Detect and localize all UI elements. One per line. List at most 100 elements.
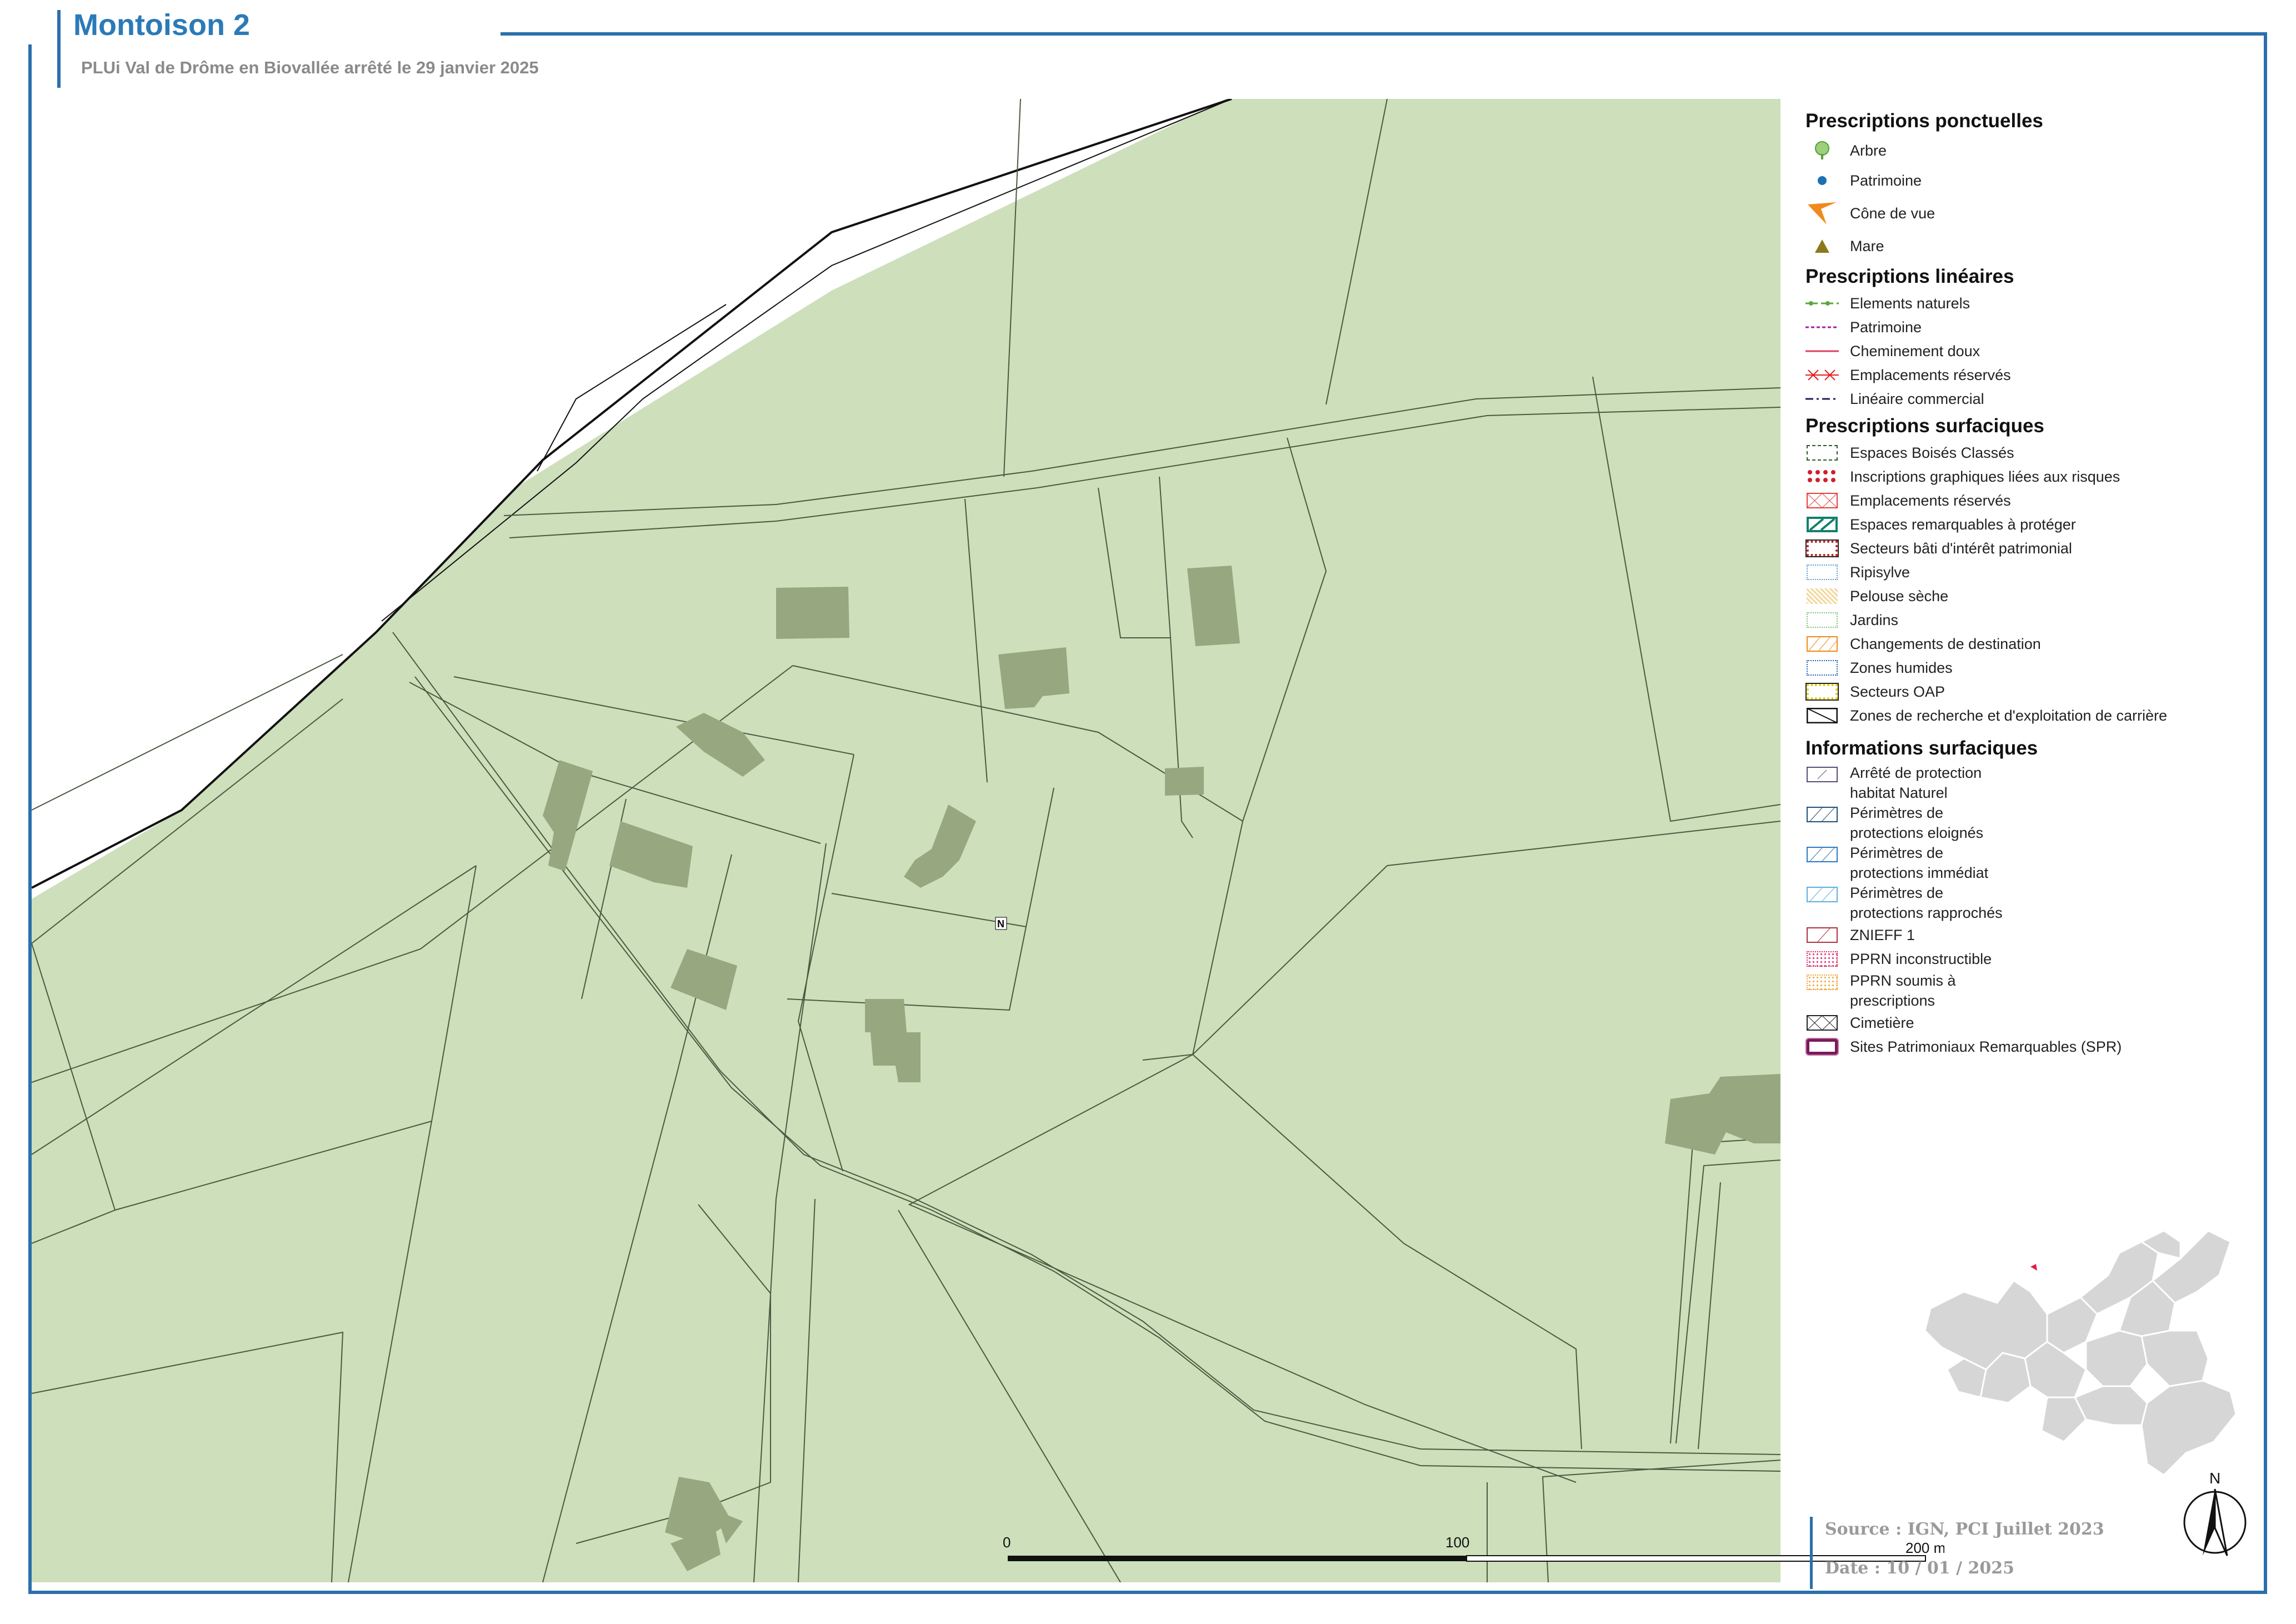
area-symbol	[1805, 682, 1839, 701]
legend-item-carriere: Zones de recherche et d'exploitation de …	[1805, 703, 2250, 727]
area-symbol	[1805, 1015, 1839, 1031]
legend-label: Espaces remarquables à protéger	[1850, 516, 2076, 533]
legend-heading-surfaciques: Prescriptions surfaciques	[1805, 415, 2044, 437]
dot-icon	[1805, 172, 1839, 189]
line-symbol	[1805, 391, 1839, 407]
area-symbol	[1805, 974, 1839, 991]
legend-item-patrimoine-line: Patrimoine	[1805, 315, 2250, 339]
cadastral-map[interactable]: N	[32, 99, 1780, 1582]
area-symbol	[1805, 468, 1839, 485]
legend-item-immediat: Périmètres de protections immédiat	[1805, 843, 2250, 883]
area-symbol	[1805, 516, 1839, 533]
area-symbol	[1805, 766, 1839, 783]
line-symbol	[1805, 319, 1839, 336]
legend-item-bati-patrimonial: Secteurs bâti d'intérêt patrimonial	[1805, 536, 2250, 560]
legend-label: Secteurs OAP	[1850, 683, 1945, 700]
legend-label: Périmètres de protections rapprochés	[1850, 885, 2003, 921]
area-symbol	[1805, 612, 1839, 628]
legend-item-lineaire-commercial: Linéaire commercial	[1805, 387, 2250, 411]
legend-label: PPRN inconstructible	[1850, 950, 1992, 967]
map-north-marker-label: N	[997, 918, 1004, 930]
legend-label: Mare	[1850, 238, 1884, 254]
title-accent-bar	[57, 10, 61, 88]
area-symbol	[1805, 588, 1839, 604]
line-symbol	[1805, 343, 1839, 359]
scale-label-100: 100	[1445, 1534, 1469, 1551]
legend-item-mare: Mare	[1805, 231, 2250, 261]
legend-label: Changements de destination	[1850, 635, 2041, 652]
legend-item-espaces-remarquables: Espaces remarquables à protéger	[1805, 512, 2250, 536]
legend-label: Périmètres de protections eloignés	[1850, 804, 1984, 841]
legend-label: Patrimoine	[1850, 172, 1922, 189]
view-cone-icon	[1805, 202, 1839, 224]
area-symbol	[1805, 806, 1839, 823]
legend-item-jardins: Jardins	[1805, 608, 2250, 632]
legend-label: Sites Patrimoniaux Remarquables (SPR)	[1850, 1038, 2122, 1055]
area-symbol	[1805, 539, 1839, 557]
scale-label-0: 0	[1003, 1534, 1011, 1551]
legend-item-znieff: ZNIEFF 1	[1805, 923, 2250, 947]
legend-item-emplacements-area: Emplacements réservés	[1805, 488, 2250, 512]
area-symbol	[1805, 444, 1839, 461]
north-arrow-label: N	[2209, 1470, 2220, 1487]
legend: Prescriptions ponctuelles Arbre Patrimoi…	[1805, 106, 2250, 1058]
legend-item-elements-naturels: Elements naturels	[1805, 291, 2250, 315]
legend-label: Cimetière	[1850, 1014, 1914, 1031]
area-symbol	[1805, 492, 1839, 509]
legend-item-risques: Inscriptions graphiques liées aux risque…	[1805, 464, 2250, 488]
legend-label: PPRN soumis à prescriptions	[1850, 972, 1956, 1009]
legend-label: Inscriptions graphiques liées aux risque…	[1850, 468, 2120, 485]
area-symbol	[1805, 707, 1839, 724]
area-symbol	[1805, 1037, 1839, 1056]
legend-heading-informations: Informations surfaciques	[1805, 737, 2038, 759]
legend-item-changements: Changements de destination	[1805, 632, 2250, 656]
line-symbol	[1805, 295, 1839, 312]
legend-item-cimetiere: Cimetière	[1805, 1011, 2250, 1035]
legend-label: Elements naturels	[1850, 294, 1970, 312]
legend-label: Patrimoine	[1850, 318, 1922, 336]
area-symbol	[1805, 659, 1839, 676]
legend-item-cheminement: Cheminement doux	[1805, 339, 2250, 363]
area-symbol	[1805, 564, 1839, 581]
legend-label: Secteurs bâti d'intérêt patrimonial	[1850, 539, 2072, 557]
legend-label: Cône de vue	[1850, 205, 1935, 222]
legend-label: Ripisylve	[1850, 563, 1910, 581]
legend-item-eloignes: Périmètres de protections eloignés	[1805, 803, 2250, 843]
area-symbol	[1805, 886, 1839, 903]
source-text: Source : IGN, PCI Juillet 2023	[1825, 1520, 2104, 1539]
legend-label: Jardins	[1850, 611, 1899, 628]
legend-label: Arbre	[1850, 142, 1887, 159]
legend-item-ripisylve: Ripisylve	[1805, 560, 2250, 584]
land-area	[32, 99, 1780, 1582]
triangle-icon	[1805, 238, 1839, 254]
legend-item-patrimoine: Patrimoine	[1805, 166, 2250, 196]
legend-label: ZNIEFF 1	[1850, 926, 1915, 943]
legend-item-emplacements-line: Emplacements réservés	[1805, 363, 2250, 387]
legend-label: Périmètres de protections immédiat	[1850, 845, 1989, 881]
legend-label: Pelouse sèche	[1850, 587, 1949, 604]
legend-label: Cheminement doux	[1850, 342, 1980, 359]
legend-item-pelouse: Pelouse sèche	[1805, 584, 2250, 608]
legend-label: Arrêté de protection habitat Naturel	[1850, 764, 1982, 801]
locator-inset-map	[1924, 1230, 2237, 1476]
date-text: Date : 10 / 01 / 2025	[1825, 1558, 2015, 1578]
legend-label: Zones humides	[1850, 659, 1953, 676]
map-subtitle: PLUi Val de Drôme en Biovallée arrêté le…	[81, 58, 539, 77]
legend-heading-ponctuelles: Prescriptions ponctuelles	[1805, 110, 2043, 132]
line-symbol	[1805, 367, 1839, 383]
area-symbol	[1805, 951, 1839, 967]
area-symbol	[1805, 927, 1839, 943]
tree-icon	[1805, 141, 1839, 159]
map-title: Montoison 2	[73, 8, 250, 42]
legend-item-pprn-inconstructible: PPRN inconstructible	[1805, 947, 2250, 971]
legend-item-ebc: Espaces Boisés Classés	[1805, 441, 2250, 464]
area-symbol	[1805, 636, 1839, 652]
legend-label: Emplacements réservés	[1850, 492, 2011, 509]
footer-accent-bar	[1810, 1517, 1813, 1589]
legend-item-rapproches: Périmètres de protections rapprochés	[1805, 883, 2250, 923]
north-arrow: N	[2183, 1470, 2247, 1556]
legend-item-oap: Secteurs OAP	[1805, 679, 2250, 703]
legend-item-cone-de-vue: Cône de vue	[1805, 196, 2250, 231]
scale-bar: 0 100 200 m	[1003, 1534, 1944, 1562]
legend-heading-lineaires: Prescriptions linéaires	[1805, 266, 2014, 287]
